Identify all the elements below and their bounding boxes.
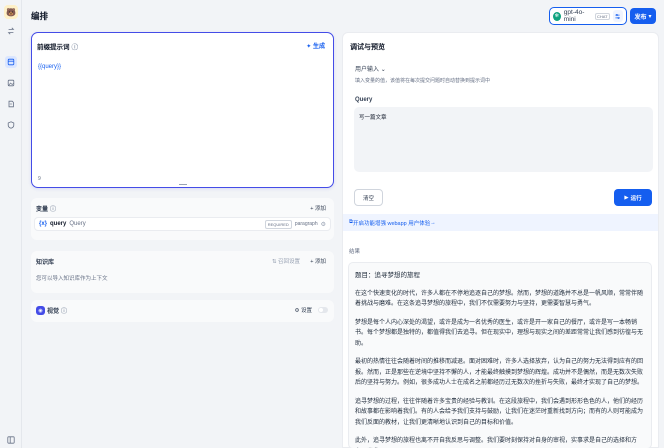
generate-label: 生成 <box>312 44 325 50</box>
help-icon: ⓘ <box>50 207 57 213</box>
enhance-label: 开启功能增强 webapp 用户体验 <box>352 220 431 227</box>
generate-button[interactable]: ✦ 生成 <box>306 41 325 50</box>
image-icon[interactable] <box>5 77 17 89</box>
knowledge-description: 您可以导入知识库作为上下文 <box>36 276 108 282</box>
user-input-toggle[interactable]: 用户输入 ⌄ <box>355 64 386 73</box>
vision-toggle[interactable] <box>318 307 328 313</box>
variables-section: 变量 ⓘ + 添加 {x} query Query REQUIRED parag… <box>31 198 334 240</box>
variable-key: query <box>50 221 67 227</box>
result-title: 题目：追寻梦想的旅程 <box>355 272 420 279</box>
prompt-title: 前缀提示词 <box>37 44 70 51</box>
required-badge: REQUIRED <box>264 219 292 229</box>
arrow-right-icon: → <box>430 219 436 226</box>
page-title: 编排 <box>31 11 49 21</box>
add-variable-label: 添加 <box>314 206 326 212</box>
vision-header: ◉ 视觉 ⓘ <box>36 306 67 315</box>
model-mode-badge: CHAT <box>595 12 610 20</box>
document-icon[interactable] <box>5 98 17 110</box>
gear-icon[interactable]: ⚙ <box>321 221 326 228</box>
user-input-description: 填入变量的值，该值将在每次提交问题时自动替换到提示词中 <box>355 78 491 84</box>
app-avatar[interactable]: 🐻 <box>4 5 18 19</box>
variable-icon: {x} <box>39 221 48 227</box>
publish-button[interactable]: 发布 ▾ <box>630 8 656 24</box>
openai-icon: ✻ <box>553 11 561 21</box>
query-input[interactable]: 写一篇文章 <box>354 107 653 172</box>
query-label: Query <box>355 97 373 103</box>
recall-settings-button[interactable]: ⇅ 召回设置 <box>272 257 300 265</box>
variable-row[interactable]: {x} query Query REQUIRED paragraph ⚙ <box>34 217 331 231</box>
play-icon: ▶ <box>624 194 629 201</box>
clear-button[interactable]: 清空 <box>354 189 383 206</box>
knowledge-header: 知识库 <box>36 257 54 266</box>
add-variable-button[interactable]: + 添加 <box>310 204 326 212</box>
result-paragraph: 此外，追寻梦想的旅程也离不开自我反思与调整。我们要时刻保持对自身的审视，实事求是… <box>355 438 638 444</box>
vision-settings-button[interactable]: ⚙ 设置 <box>295 306 312 314</box>
recall-settings-label: 召回设置 <box>277 259 300 265</box>
knowledge-title: 知识库 <box>36 260 55 266</box>
swap-icon[interactable] <box>5 25 17 37</box>
vision-title: 视觉 <box>47 309 60 315</box>
collapse-icon[interactable] <box>7 436 15 444</box>
model-settings-icon[interactable] <box>612 10 623 22</box>
chevron-down-icon: ▾ <box>648 13 652 20</box>
prompt-editor-card[interactable]: 前缀提示词 ⓘ ✦ 生成 {{query}} 9 <box>31 32 334 188</box>
result-paragraph: 梦想是每个人内心深处的渴望，或许是成为一名优秀的医生，或许是开一家自己的餐厅，或… <box>355 319 644 347</box>
char-count: 9 <box>38 176 41 182</box>
publish-label: 发布 <box>634 14 647 21</box>
add-knowledge-button[interactable]: + 添加 <box>310 257 326 265</box>
result-output: 题目：追寻梦想的旅程 在这个快速变化的时代，许多人都在不停地追逐自己的梦想。然而… <box>348 262 652 448</box>
eye-icon: ◉ <box>36 306 45 315</box>
sparkle-icon: ✦ <box>306 44 313 50</box>
app-nav-rail: 🐻 <box>0 0 22 448</box>
prompt-header: 前缀提示词 ⓘ <box>37 41 78 51</box>
run-label: 运行 <box>630 195 642 202</box>
vision-section: ◉ 视觉 ⓘ ⚙ 设置 <box>31 300 334 322</box>
debug-preview-panel: 调试与预览 用户输入 ⌄ 填入变量的值，该值将在每次提交问题时自动替换到提示词中… <box>342 32 659 448</box>
chevron-down-icon: ⌄ <box>380 67 386 73</box>
variables-title: 变量 <box>36 207 49 213</box>
run-button[interactable]: ▶ 运行 <box>614 189 652 206</box>
add-knowledge-label: 添加 <box>314 259 326 265</box>
help-icon: ⓘ <box>71 44 79 51</box>
knowledge-section: 知识库 ⇅ 召回设置 + 添加 您可以导入知识库作为上下文 <box>31 251 334 293</box>
variable-label: Query <box>69 221 86 227</box>
model-name: gpt-4o-mini <box>563 9 585 23</box>
enhance-features-link[interactable]: ⧉ 开启功能增强 webapp 用户体验 → <box>343 214 658 231</box>
prompt-content[interactable]: {{query}} <box>38 64 61 70</box>
results-label: 结果 <box>349 249 361 255</box>
result-paragraph: 追寻梦想的过程，往往伴随着许多宝贵的经验与教训。在这段旅程中，我们会遇到形形色色… <box>355 398 644 426</box>
variable-type: paragraph <box>294 221 318 227</box>
user-input-label: 用户输入 <box>355 67 380 73</box>
layout-icon[interactable] <box>5 56 17 68</box>
resize-handle[interactable] <box>179 184 187 185</box>
variables-header: 变量 ⓘ <box>36 204 56 213</box>
model-selector[interactable]: ✻ gpt-4o-mini CHAT <box>549 7 627 25</box>
debug-title: 调试与预览 <box>350 44 385 51</box>
vision-settings-label: 设置 <box>300 308 312 314</box>
result-paragraph: 在这个快速变化的时代，许多人都在不停地追逐自己的梦想。然而，梦想的道路并不总是一… <box>355 290 644 308</box>
result-paragraph: 最初的热情往往会随着时间的推移而减退。面对困难时，许多人选择放弃，认为自己的努力… <box>355 359 644 386</box>
shield-icon[interactable] <box>5 119 17 131</box>
help-icon: ⓘ <box>61 309 68 315</box>
top-bar: 编排 ✻ gpt-4o-mini CHAT 发布 ▾ <box>22 0 664 32</box>
